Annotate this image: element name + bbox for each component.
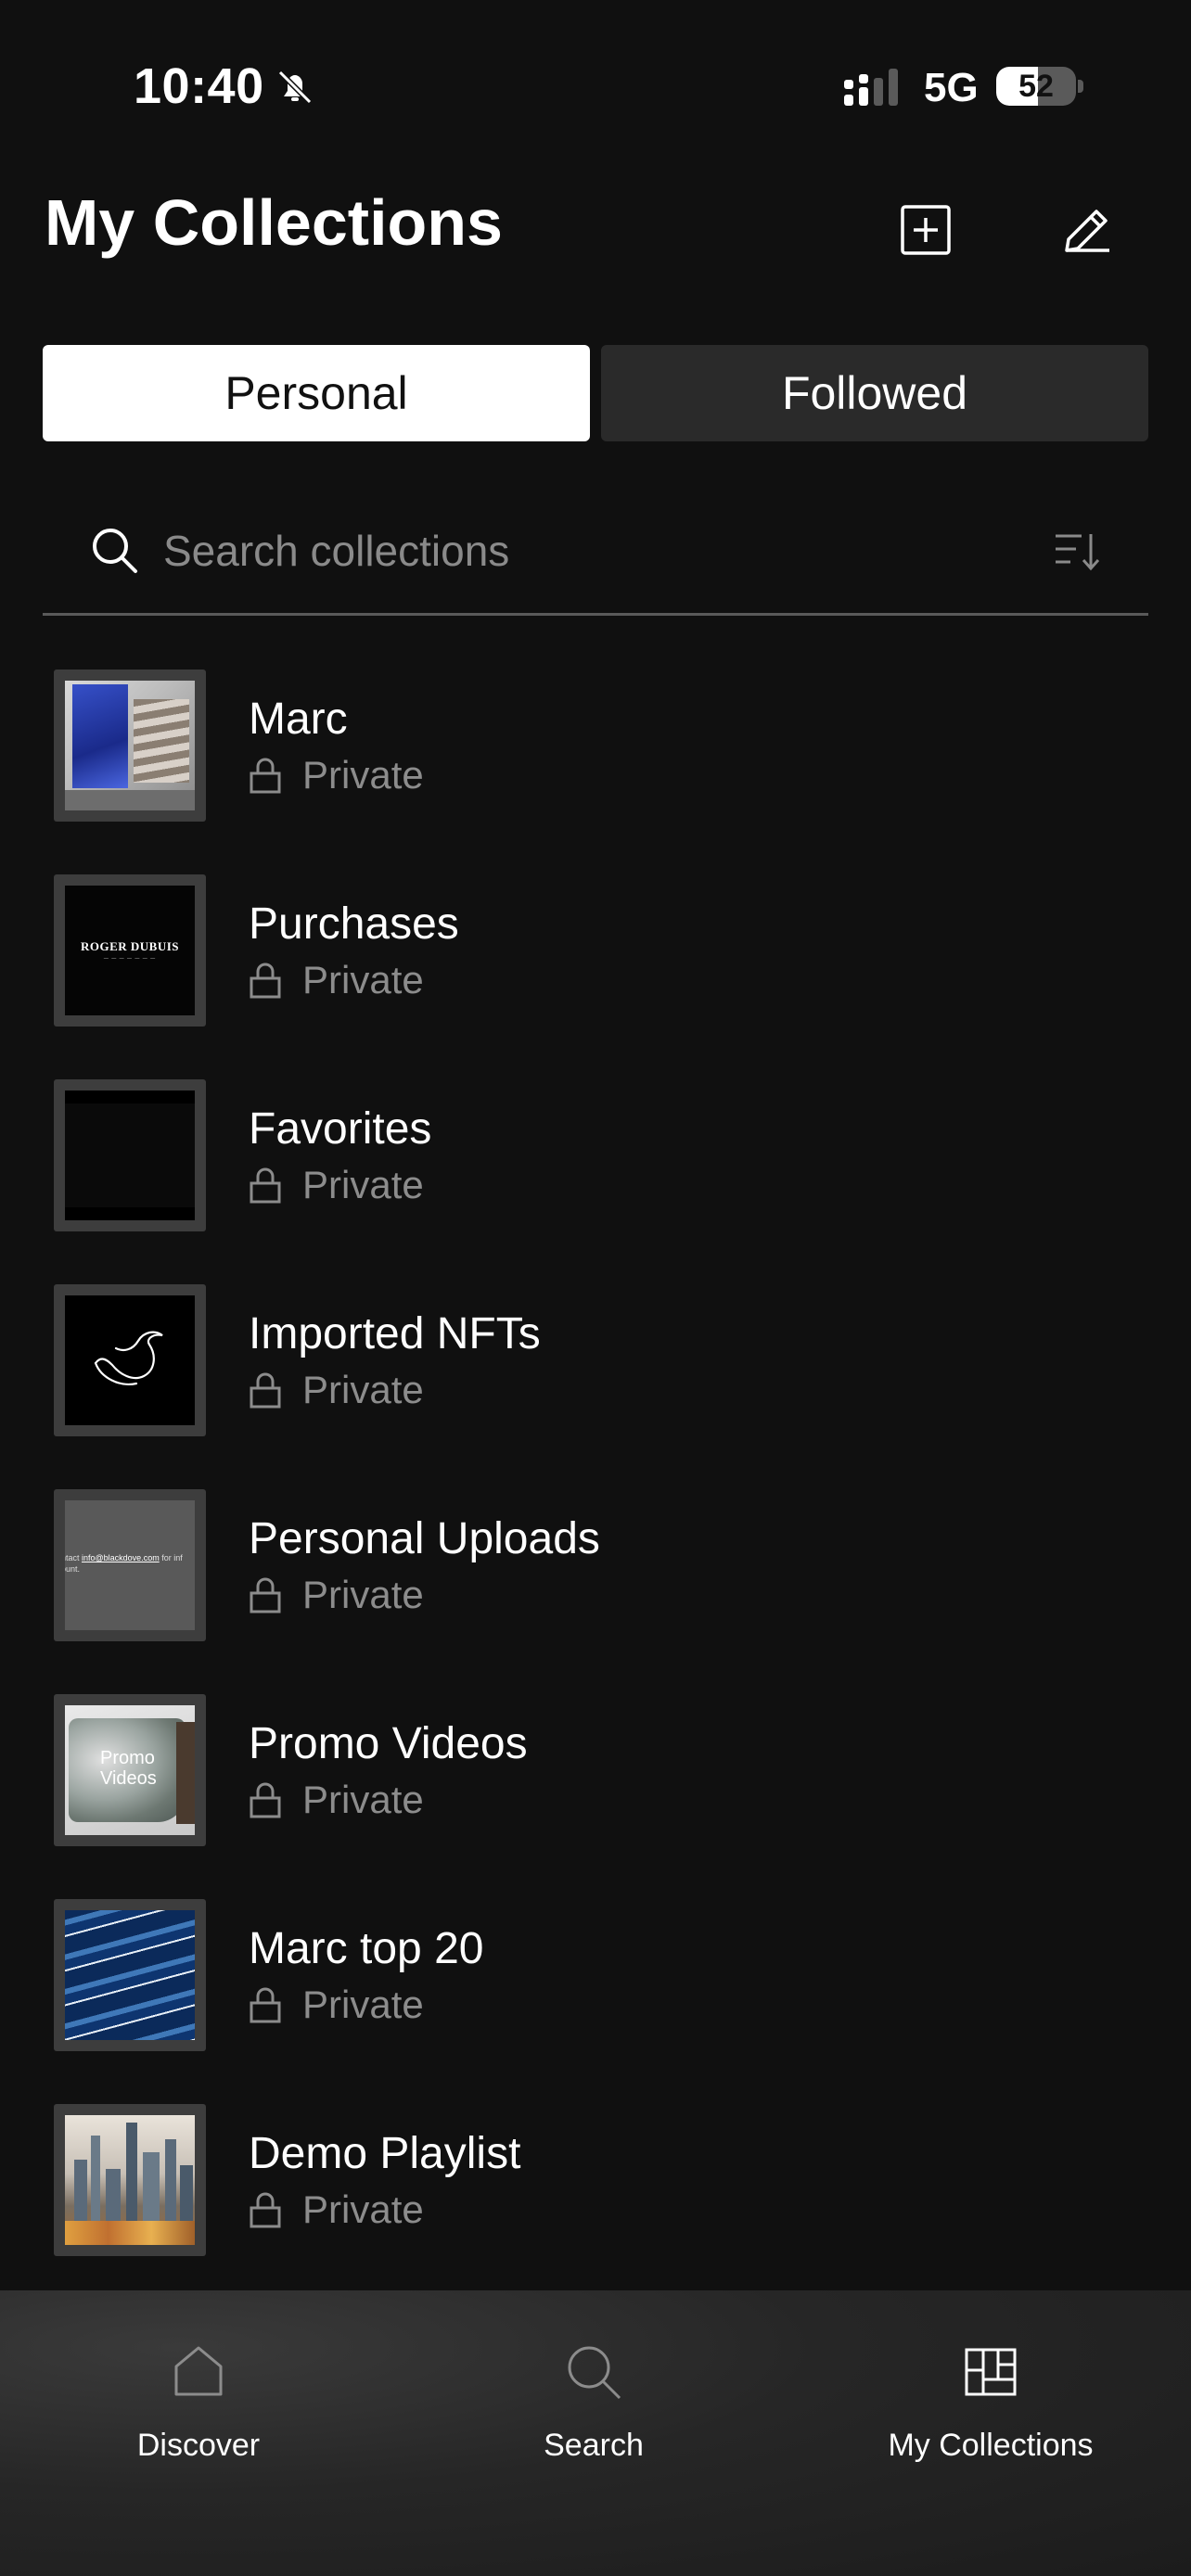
- plus-square-icon: [901, 205, 951, 255]
- nav-discover[interactable]: Discover: [59, 2342, 338, 2464]
- collection-privacy: Private: [249, 1368, 424, 1412]
- collection-title: Purchases: [249, 899, 459, 949]
- collection-item-marc-top-20[interactable]: Marc top 20 Private: [0, 1879, 1191, 2084]
- thumbnail-contact-text: ntact info@blackdove.com for infount.: [65, 1553, 183, 1574]
- nav-my-collections[interactable]: My Collections: [852, 2342, 1130, 2464]
- collection-item-marc[interactable]: Marc Private: [0, 649, 1191, 854]
- pencil-icon: [1065, 210, 1109, 252]
- collection-status: Private: [302, 1573, 424, 1616]
- collection-title: Favorites: [249, 1104, 432, 1154]
- tab-followed[interactable]: Followed: [601, 345, 1148, 441]
- tab-personal[interactable]: Personal: [43, 345, 590, 441]
- bell-muted-icon: [277, 70, 313, 105]
- collection-item-personal-uploads[interactable]: ntact info@blackdove.com for infount. Pe…: [0, 1469, 1191, 1674]
- collection-title: Personal Uploads: [249, 1514, 600, 1563]
- battery-percentage: 52: [1018, 69, 1054, 104]
- collection-thumbnail: Promo Videos: [54, 1694, 206, 1846]
- collection-status: Private: [302, 2187, 424, 2231]
- lock-icon: [250, 2192, 281, 2228]
- collection-item-demo-playlist[interactable]: Demo Playlist Private: [0, 2084, 1191, 2289]
- collections-list: Marc Private ROGER DUBUIS — — — — — — — …: [0, 649, 1191, 2289]
- nav-label: Discover: [136, 2428, 261, 2463]
- lock-icon: [250, 963, 281, 999]
- battery-icon: 52: [996, 67, 1076, 106]
- status-time: 10:40: [134, 58, 264, 114]
- collection-thumbnail: [54, 1079, 206, 1231]
- nav-label: My Collections: [888, 2428, 1094, 2463]
- collection-status: Private: [302, 1983, 424, 2026]
- search-icon: [568, 2346, 621, 2400]
- collection-privacy: Private: [249, 958, 424, 1002]
- signal-icon: [844, 69, 898, 106]
- collection-thumbnail: ntact info@blackdove.com for infount.: [54, 1489, 206, 1641]
- collections-grid-icon: [965, 2348, 1017, 2396]
- sort-icon[interactable]: [1054, 529, 1102, 575]
- collection-title: Marc top 20: [249, 1924, 484, 1973]
- collection-privacy: Private: [249, 1778, 424, 1822]
- lock-icon: [250, 1577, 281, 1613]
- status-bar: 10:40 5G 52: [0, 0, 1191, 176]
- collection-status: Private: [302, 1368, 424, 1411]
- collection-thumbnail: [54, 670, 206, 822]
- add-collection-button[interactable]: [890, 195, 961, 265]
- lock-icon: [250, 1167, 281, 1204]
- collection-privacy: Private: [249, 1163, 424, 1207]
- collection-item-imported-nfts[interactable]: Imported NFTs Private: [0, 1264, 1191, 1469]
- collection-status: Private: [302, 753, 424, 797]
- collection-status: Private: [302, 958, 424, 1001]
- nav-search[interactable]: Search: [455, 2342, 733, 2464]
- collection-status: Private: [302, 1778, 424, 1821]
- collection-thumbnail: ROGER DUBUIS — — — — — — —: [54, 874, 206, 1027]
- collection-title: Imported NFTs: [249, 1309, 541, 1358]
- nav-label: Search: [544, 2428, 644, 2463]
- collection-privacy: Private: [249, 2187, 424, 2232]
- thumbnail-brand-text: ROGER DUBUIS: [80, 939, 180, 953]
- lock-icon: [250, 758, 281, 794]
- search-icon: [93, 529, 137, 573]
- collection-privacy: Private: [249, 1983, 424, 2027]
- collection-thumbnail: [54, 2104, 206, 2256]
- search-input[interactable]: [163, 516, 998, 586]
- edit-collections-button[interactable]: [1052, 195, 1122, 265]
- battery-tip: [1078, 80, 1083, 93]
- collection-title: Promo Videos: [249, 1719, 528, 1768]
- network-type: 5G: [924, 65, 979, 110]
- collection-item-purchases[interactable]: ROGER DUBUIS — — — — — — — Purchases Pri…: [0, 854, 1191, 1059]
- lock-icon: [250, 1782, 281, 1818]
- lock-icon: [250, 1987, 281, 2023]
- thumbnail-promo-text: Promo Videos: [100, 1748, 157, 1789]
- collection-thumbnail: [54, 1899, 206, 2051]
- collection-item-favorites[interactable]: Favorites Private: [0, 1059, 1191, 1264]
- search-bar: [43, 488, 1148, 616]
- home-icon: [174, 2346, 223, 2396]
- collection-privacy: Private: [249, 753, 424, 797]
- page-title: My Collections: [45, 186, 503, 259]
- bottom-nav: Discover Search My Collections: [0, 2290, 1191, 2576]
- collection-status: Private: [302, 1163, 424, 1206]
- collection-tabs: Personal Followed: [43, 345, 1148, 441]
- collection-title: Marc: [249, 695, 348, 744]
- collection-item-promo-videos[interactable]: Promo Videos Promo Videos Private: [0, 1674, 1191, 1879]
- collection-thumbnail: [54, 1284, 206, 1436]
- dove-logo-icon: [94, 1331, 163, 1385]
- collection-privacy: Private: [249, 1573, 424, 1617]
- collection-title: Demo Playlist: [249, 2129, 521, 2178]
- lock-icon: [250, 1372, 281, 1409]
